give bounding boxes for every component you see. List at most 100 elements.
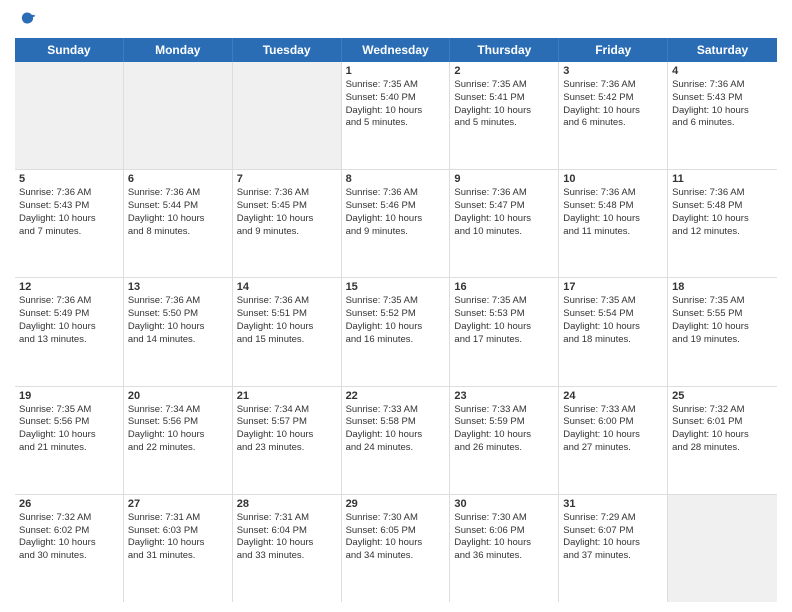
day-number: 26: [19, 498, 119, 510]
cell-info-line: Daylight: 10 hours: [454, 213, 554, 226]
header-day-thursday: Thursday: [450, 38, 559, 62]
cell-info-line: and 21 minutes.: [19, 442, 119, 455]
calendar-row: 26Sunrise: 7:32 AMSunset: 6:02 PMDayligh…: [15, 495, 777, 602]
cell-info-line: and 36 minutes.: [454, 550, 554, 563]
day-cell-14: 14Sunrise: 7:36 AMSunset: 5:51 PMDayligh…: [233, 278, 342, 385]
cell-info-line: Daylight: 10 hours: [346, 429, 446, 442]
cell-info-line: and 16 minutes.: [346, 334, 446, 347]
cell-info-line: and 14 minutes.: [128, 334, 228, 347]
day-cell-21: 21Sunrise: 7:34 AMSunset: 5:57 PMDayligh…: [233, 387, 342, 494]
day-cell-10: 10Sunrise: 7:36 AMSunset: 5:48 PMDayligh…: [559, 170, 668, 277]
day-number: 8: [346, 173, 446, 185]
day-cell-12: 12Sunrise: 7:36 AMSunset: 5:49 PMDayligh…: [15, 278, 124, 385]
cell-info-line: Daylight: 10 hours: [237, 321, 337, 334]
cell-info-line: Sunrise: 7:36 AM: [237, 187, 337, 200]
cell-info-line: and 19 minutes.: [672, 334, 773, 347]
cell-info-line: and 24 minutes.: [346, 442, 446, 455]
cell-info-line: and 26 minutes.: [454, 442, 554, 455]
cell-info-line: Daylight: 10 hours: [346, 105, 446, 118]
cell-info-line: Sunset: 5:43 PM: [19, 200, 119, 213]
cell-info-line: and 34 minutes.: [346, 550, 446, 563]
day-cell-28: 28Sunrise: 7:31 AMSunset: 6:04 PMDayligh…: [233, 495, 342, 602]
calendar-row: 12Sunrise: 7:36 AMSunset: 5:49 PMDayligh…: [15, 278, 777, 386]
cell-info-line: and 28 minutes.: [672, 442, 773, 455]
cell-info-line: Sunset: 6:02 PM: [19, 525, 119, 538]
calendar-row: 1Sunrise: 7:35 AMSunset: 5:40 PMDaylight…: [15, 62, 777, 170]
cell-info-line: Daylight: 10 hours: [454, 321, 554, 334]
cell-info-line: Daylight: 10 hours: [128, 429, 228, 442]
cell-info-line: and 13 minutes.: [19, 334, 119, 347]
day-number: 11: [672, 173, 773, 185]
day-cell-31: 31Sunrise: 7:29 AMSunset: 6:07 PMDayligh…: [559, 495, 668, 602]
day-number: 10: [563, 173, 663, 185]
cell-info-line: and 27 minutes.: [563, 442, 663, 455]
header-day-friday: Friday: [559, 38, 668, 62]
cell-info-line: Daylight: 10 hours: [237, 213, 337, 226]
cell-info-line: Sunrise: 7:36 AM: [563, 79, 663, 92]
cell-info-line: and 33 minutes.: [237, 550, 337, 563]
cell-info-line: Sunrise: 7:36 AM: [672, 187, 773, 200]
cell-info-line: Sunset: 5:53 PM: [454, 308, 554, 321]
cell-info-line: Daylight: 10 hours: [128, 213, 228, 226]
cell-info-line: Sunset: 5:54 PM: [563, 308, 663, 321]
cell-info-line: Sunset: 5:48 PM: [672, 200, 773, 213]
cell-info-line: Sunrise: 7:29 AM: [563, 512, 663, 525]
day-number: 18: [672, 281, 773, 293]
day-cell-27: 27Sunrise: 7:31 AMSunset: 6:03 PMDayligh…: [124, 495, 233, 602]
day-number: 6: [128, 173, 228, 185]
header-day-wednesday: Wednesday: [342, 38, 451, 62]
day-cell-5: 5 Sunrise: 7:36 AMSunset: 5:43 PMDaylight…: [15, 170, 124, 277]
cell-info-line: Daylight: 10 hours: [346, 321, 446, 334]
cell-info-line: and 6 minutes.: [672, 117, 773, 130]
day-cell-25: 25Sunrise: 7:32 AMSunset: 6:01 PMDayligh…: [668, 387, 777, 494]
cell-info-line: Sunset: 6:06 PM: [454, 525, 554, 538]
cell-info-line: and 9 minutes.: [237, 226, 337, 239]
cell-info-line: Sunrise: 7:34 AM: [237, 404, 337, 417]
day-number: 4: [672, 65, 773, 77]
cell-info-line: Sunset: 5:56 PM: [128, 416, 228, 429]
cell-info-line: and 9 minutes.: [346, 226, 446, 239]
cell-info-line: Daylight: 10 hours: [237, 537, 337, 550]
cell-info-line: Sunset: 6:00 PM: [563, 416, 663, 429]
day-cell-3: 3Sunrise: 7:36 AMSunset: 5:42 PMDaylight…: [559, 62, 668, 169]
day-number: 19: [19, 390, 119, 402]
day-number: 22: [346, 390, 446, 402]
calendar-row: 19Sunrise: 7:35 AMSunset: 5:56 PMDayligh…: [15, 387, 777, 495]
day-number: 1: [346, 65, 446, 77]
day-number: 12: [19, 281, 119, 293]
day-cell-17: 17Sunrise: 7:35 AMSunset: 5:54 PMDayligh…: [559, 278, 668, 385]
empty-cell: [124, 62, 233, 169]
cell-info-line: Daylight: 10 hours: [346, 537, 446, 550]
cell-info-line: Sunrise: 7:35 AM: [454, 79, 554, 92]
day-cell-30: 30Sunrise: 7:30 AMSunset: 6:06 PMDayligh…: [450, 495, 559, 602]
cell-info-line: Daylight: 10 hours: [19, 213, 119, 226]
cell-info-line: Sunrise: 7:33 AM: [454, 404, 554, 417]
cell-info-line: and 10 minutes.: [454, 226, 554, 239]
cell-info-line: Sunrise: 7:36 AM: [128, 187, 228, 200]
cell-info-line: and 8 minutes.: [128, 226, 228, 239]
day-cell-8: 8Sunrise: 7:36 AMSunset: 5:46 PMDaylight…: [342, 170, 451, 277]
cell-info-line: Sunset: 6:07 PM: [563, 525, 663, 538]
day-cell-4: 4Sunrise: 7:36 AMSunset: 5:43 PMDaylight…: [668, 62, 777, 169]
cell-info-line: Sunrise: 7:36 AM: [19, 187, 119, 200]
cell-info-line: Daylight: 10 hours: [563, 213, 663, 226]
day-number: 5: [19, 173, 119, 185]
cell-info-line: Sunset: 5:49 PM: [19, 308, 119, 321]
cell-info-line: Sunrise: 7:33 AM: [346, 404, 446, 417]
cell-info-line: and 17 minutes.: [454, 334, 554, 347]
cell-info-line: Sunset: 5:58 PM: [346, 416, 446, 429]
day-cell-24: 24Sunrise: 7:33 AMSunset: 6:00 PMDayligh…: [559, 387, 668, 494]
cell-info-line: and 23 minutes.: [237, 442, 337, 455]
day-number: 3: [563, 65, 663, 77]
cell-info-line: Daylight: 10 hours: [454, 429, 554, 442]
day-cell-13: 13Sunrise: 7:36 AMSunset: 5:50 PMDayligh…: [124, 278, 233, 385]
cell-info-line: and 22 minutes.: [128, 442, 228, 455]
cell-info-line: Sunset: 5:44 PM: [128, 200, 228, 213]
cell-info-line: Daylight: 10 hours: [19, 321, 119, 334]
day-cell-9: 9Sunrise: 7:36 AMSunset: 5:47 PMDaylight…: [450, 170, 559, 277]
day-number: 27: [128, 498, 228, 510]
cell-info-line: Sunset: 5:47 PM: [454, 200, 554, 213]
day-number: 28: [237, 498, 337, 510]
day-cell-16: 16Sunrise: 7:35 AMSunset: 5:53 PMDayligh…: [450, 278, 559, 385]
cell-info-line: Sunrise: 7:31 AM: [128, 512, 228, 525]
